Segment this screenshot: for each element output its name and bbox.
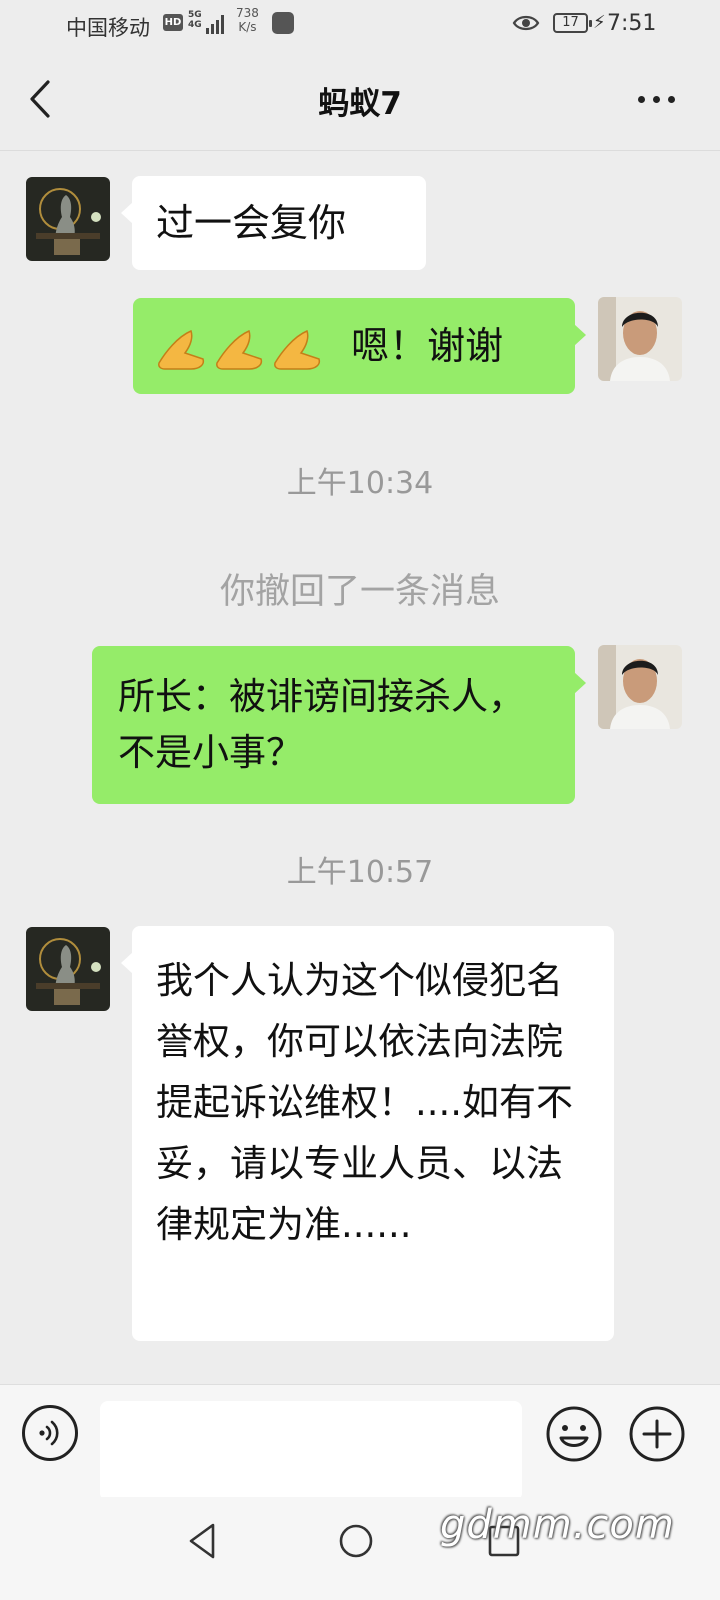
- network-type-icon: 5G 4G: [188, 10, 202, 30]
- chat-title: 蚂蚁7: [318, 86, 402, 122]
- contact-avatar[interactable]: [26, 927, 110, 1011]
- triangle-back-icon: [189, 1523, 215, 1559]
- contact-avatar-image: [26, 927, 110, 1011]
- status-bar: 中国移动 HD 5G 4G 738 K/s 17 ⚡ 7:51: [0, 0, 720, 50]
- battery-icon: 17: [553, 13, 592, 33]
- network-type-top: 5G: [188, 10, 202, 20]
- more-dot-icon: [668, 96, 675, 103]
- eye-icon: [512, 15, 540, 31]
- more-dot-icon: [638, 96, 645, 103]
- network-speed-value: 738: [236, 6, 259, 20]
- hd-badge: HD: [163, 14, 183, 31]
- message-text: 嗯！谢谢: [351, 324, 504, 368]
- more-functions-button[interactable]: [628, 1405, 686, 1463]
- message-timestamp: 上午10:34: [286, 466, 434, 501]
- nav-home-button[interactable]: [336, 1519, 376, 1563]
- watermark: gdmm.com: [440, 1502, 675, 1548]
- emoji-button[interactable]: [545, 1405, 603, 1463]
- my-avatar[interactable]: [598, 297, 682, 381]
- recall-notice: 你撤回了一条消息: [219, 572, 500, 612]
- message-timestamp: 上午10:57: [286, 855, 434, 890]
- plus-icon: [629, 1406, 685, 1462]
- message-text: 我个人认为这个似侵犯名誉权，你可以依法向法院提起诉讼维权！....如有不妥，请以…: [156, 959, 574, 1246]
- contact-avatar-image: [26, 177, 110, 261]
- more-options-button[interactable]: [632, 82, 682, 118]
- smiley-icon: [546, 1406, 602, 1462]
- header-divider: [0, 150, 720, 151]
- network-type-bottom: 4G: [188, 20, 202, 30]
- clock: 7:51: [607, 11, 657, 36]
- message-text: 过一会复你: [156, 201, 347, 245]
- more-dot-icon: [653, 96, 660, 103]
- chat-header: 蚂蚁7: [0, 50, 720, 150]
- my-avatar-image: [598, 645, 682, 729]
- network-speed-unit: K/s: [238, 20, 257, 34]
- network-speed: 738 K/s: [236, 6, 259, 34]
- my-avatar-image: [598, 297, 682, 381]
- carrier-label: 中国移动: [66, 16, 150, 40]
- signal-icon: [206, 15, 224, 34]
- voice-icon: [39, 1420, 59, 1446]
- charging-icon: ⚡: [593, 12, 606, 33]
- voice-input-button[interactable]: [22, 1405, 78, 1461]
- notification-app-icon: [272, 12, 294, 34]
- message-input[interactable]: [100, 1401, 522, 1501]
- circle-home-icon: [339, 1524, 373, 1558]
- incoming-message-bubble[interactable]: 我个人认为这个似侵犯名誉权，你可以依法向法院提起诉讼维权！....如有不妥，请以…: [121, 926, 614, 1341]
- outgoing-message-bubble[interactable]: 所长：被诽谤间接杀人，不是小事？: [92, 646, 586, 804]
- message-text: 所长：被诽谤间接杀人，不是小事？: [118, 675, 525, 774]
- nav-back-button[interactable]: [183, 1519, 223, 1563]
- outgoing-message-bubble[interactable]: 嗯！谢谢: [133, 298, 586, 394]
- my-avatar[interactable]: [598, 645, 682, 729]
- folded-hands-emoji-icon: [158, 329, 321, 370]
- contact-avatar[interactable]: [26, 177, 110, 261]
- incoming-message-bubble[interactable]: 过一会复你: [121, 176, 426, 270]
